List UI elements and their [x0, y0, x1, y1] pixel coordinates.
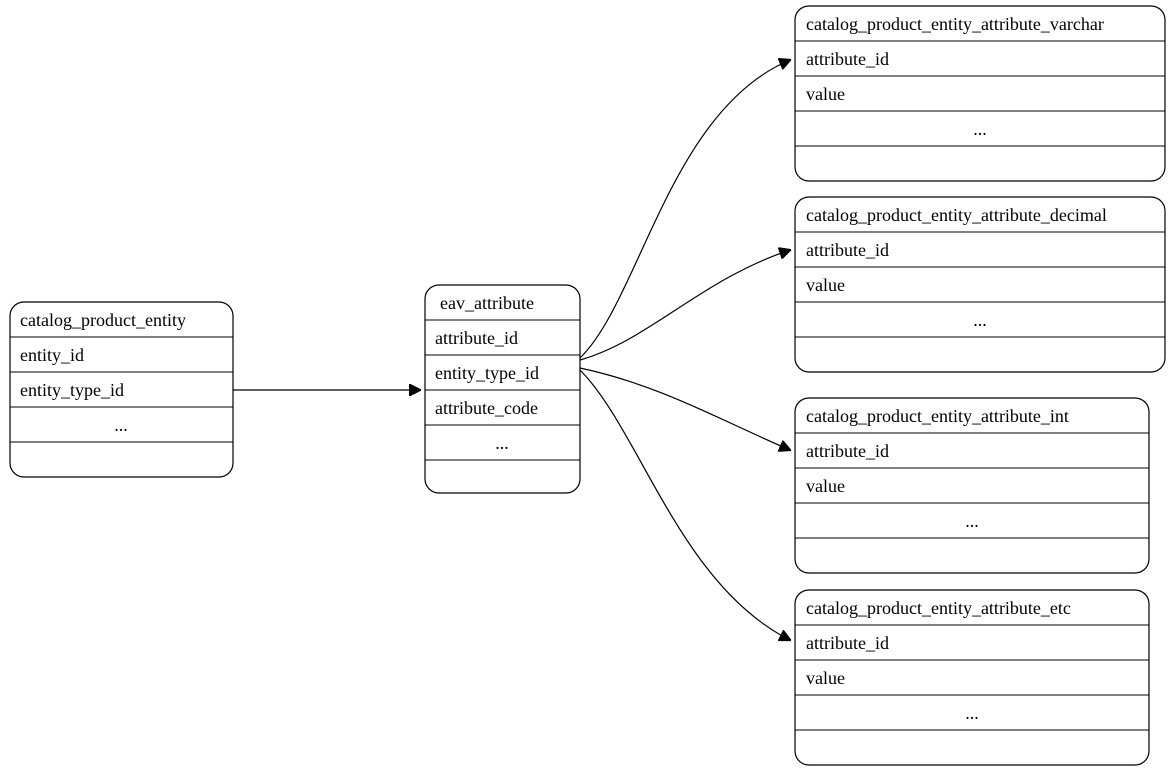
- node-row: value: [806, 275, 845, 295]
- node-attribute-varchar: catalog_product_entity_attribute_varchar…: [795, 6, 1165, 181]
- node-row: ...: [973, 119, 987, 139]
- node-row: ...: [965, 511, 979, 531]
- node-row: value: [806, 84, 845, 104]
- edge-eav-to-etc: [580, 370, 790, 640]
- node-attribute-etc: catalog_product_entity_attribute_etc att…: [795, 590, 1149, 765]
- node-row: attribute_id: [806, 49, 889, 69]
- node-title: catalog_product_entity_attribute_int: [806, 406, 1069, 426]
- node-row: value: [806, 668, 845, 688]
- node-eav-attribute: eav_attribute attribute_id entity_type_i…: [425, 285, 580, 493]
- node-row: ...: [495, 433, 509, 453]
- node-row: entity_type_id: [20, 380, 124, 400]
- edge-eav-to-decimal: [580, 250, 790, 360]
- node-catalog-product-entity: catalog_product_entity entity_id entity_…: [10, 302, 233, 477]
- node-row: entity_type_id: [435, 363, 539, 383]
- node-title: catalog_product_entity_attribute_varchar: [806, 14, 1104, 34]
- node-title: catalog_product_entity: [20, 310, 186, 330]
- node-attribute-decimal: catalog_product_entity_attribute_decimal…: [795, 197, 1165, 372]
- node-row: entity_id: [20, 345, 84, 365]
- node-title: eav_attribute: [440, 293, 534, 313]
- node-row: ...: [965, 703, 979, 723]
- node-title: catalog_product_entity_attribute_etc: [806, 598, 1071, 618]
- node-row: ...: [114, 415, 128, 435]
- node-row: attribute_id: [806, 240, 889, 260]
- node-row: attribute_id: [806, 633, 889, 653]
- node-row: attribute_id: [806, 441, 889, 461]
- edge-eav-to-int: [580, 368, 790, 450]
- node-attribute-int: catalog_product_entity_attribute_int att…: [795, 398, 1149, 573]
- edge-eav-to-varchar: [580, 60, 790, 358]
- node-row: value: [806, 476, 845, 496]
- diagram-canvas: catalog_product_entity entity_id entity_…: [0, 0, 1171, 776]
- node-title: catalog_product_entity_attribute_decimal: [806, 205, 1107, 225]
- node-row: attribute_code: [435, 398, 538, 418]
- node-row: attribute_id: [435, 328, 518, 348]
- node-row: ...: [973, 310, 987, 330]
